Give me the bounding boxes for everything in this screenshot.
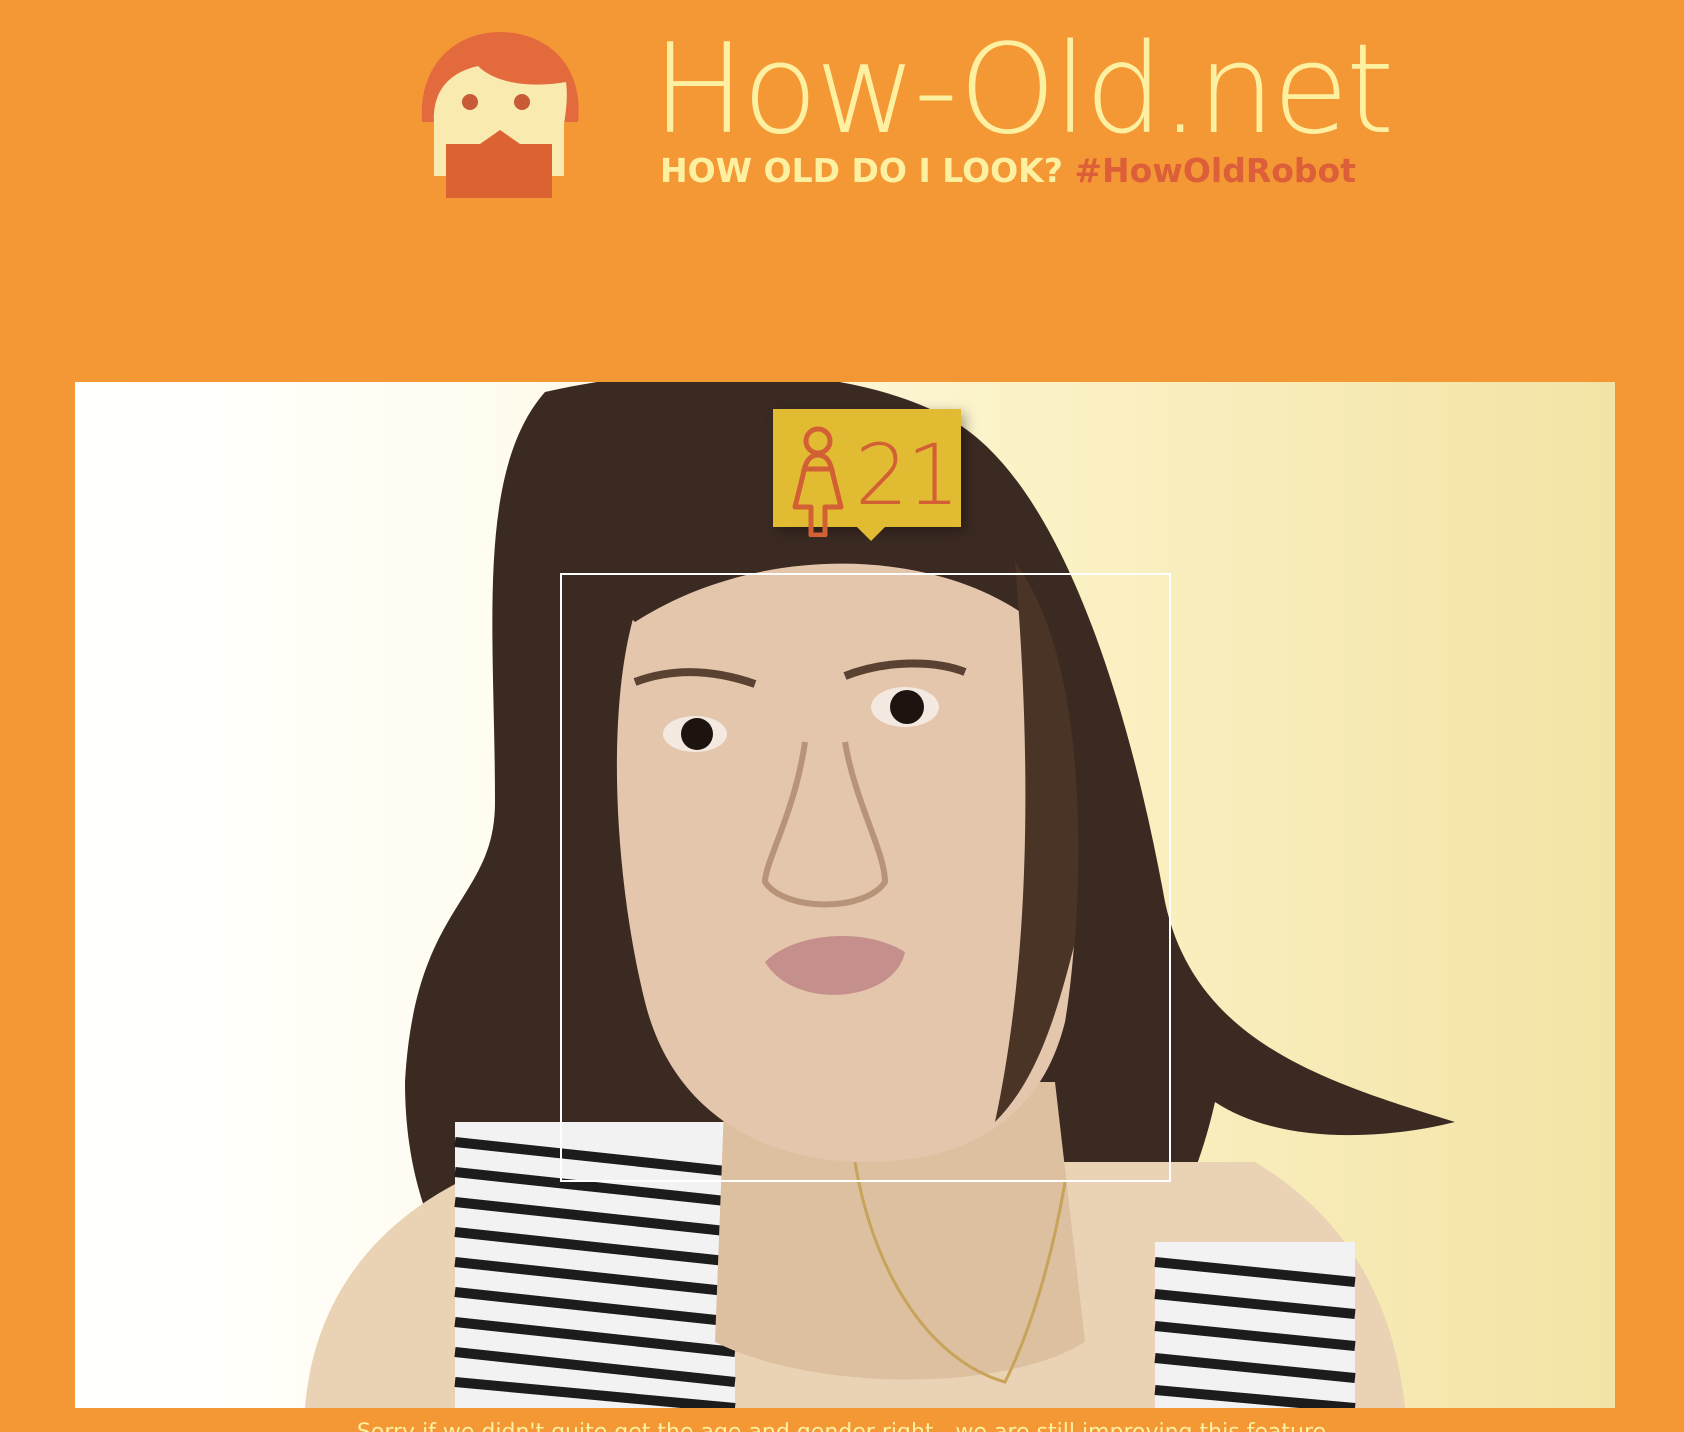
- robot-face-logo-icon: [421, 32, 579, 198]
- female-icon: [792, 426, 844, 537]
- footer-note: Sorry if we didn't quite get the age and…: [75, 1420, 1615, 1432]
- analyzed-photo: 21: [75, 382, 1615, 1408]
- site-title: How-Old.net: [652, 18, 1394, 162]
- tagline: HOW OLD DO I LOOK? #HowOldRobot: [660, 154, 1356, 187]
- age-badge: 21: [773, 409, 961, 541]
- face-detection-box: [560, 573, 1171, 1182]
- tagline-text: HOW OLD DO I LOOK?: [660, 151, 1063, 190]
- page: How-Old.net HOW OLD DO I LOOK? #HowOldRo…: [0, 0, 1684, 1432]
- age-value: 21: [855, 426, 960, 524]
- hashtag-link[interactable]: #HowOldRobot: [1074, 151, 1356, 190]
